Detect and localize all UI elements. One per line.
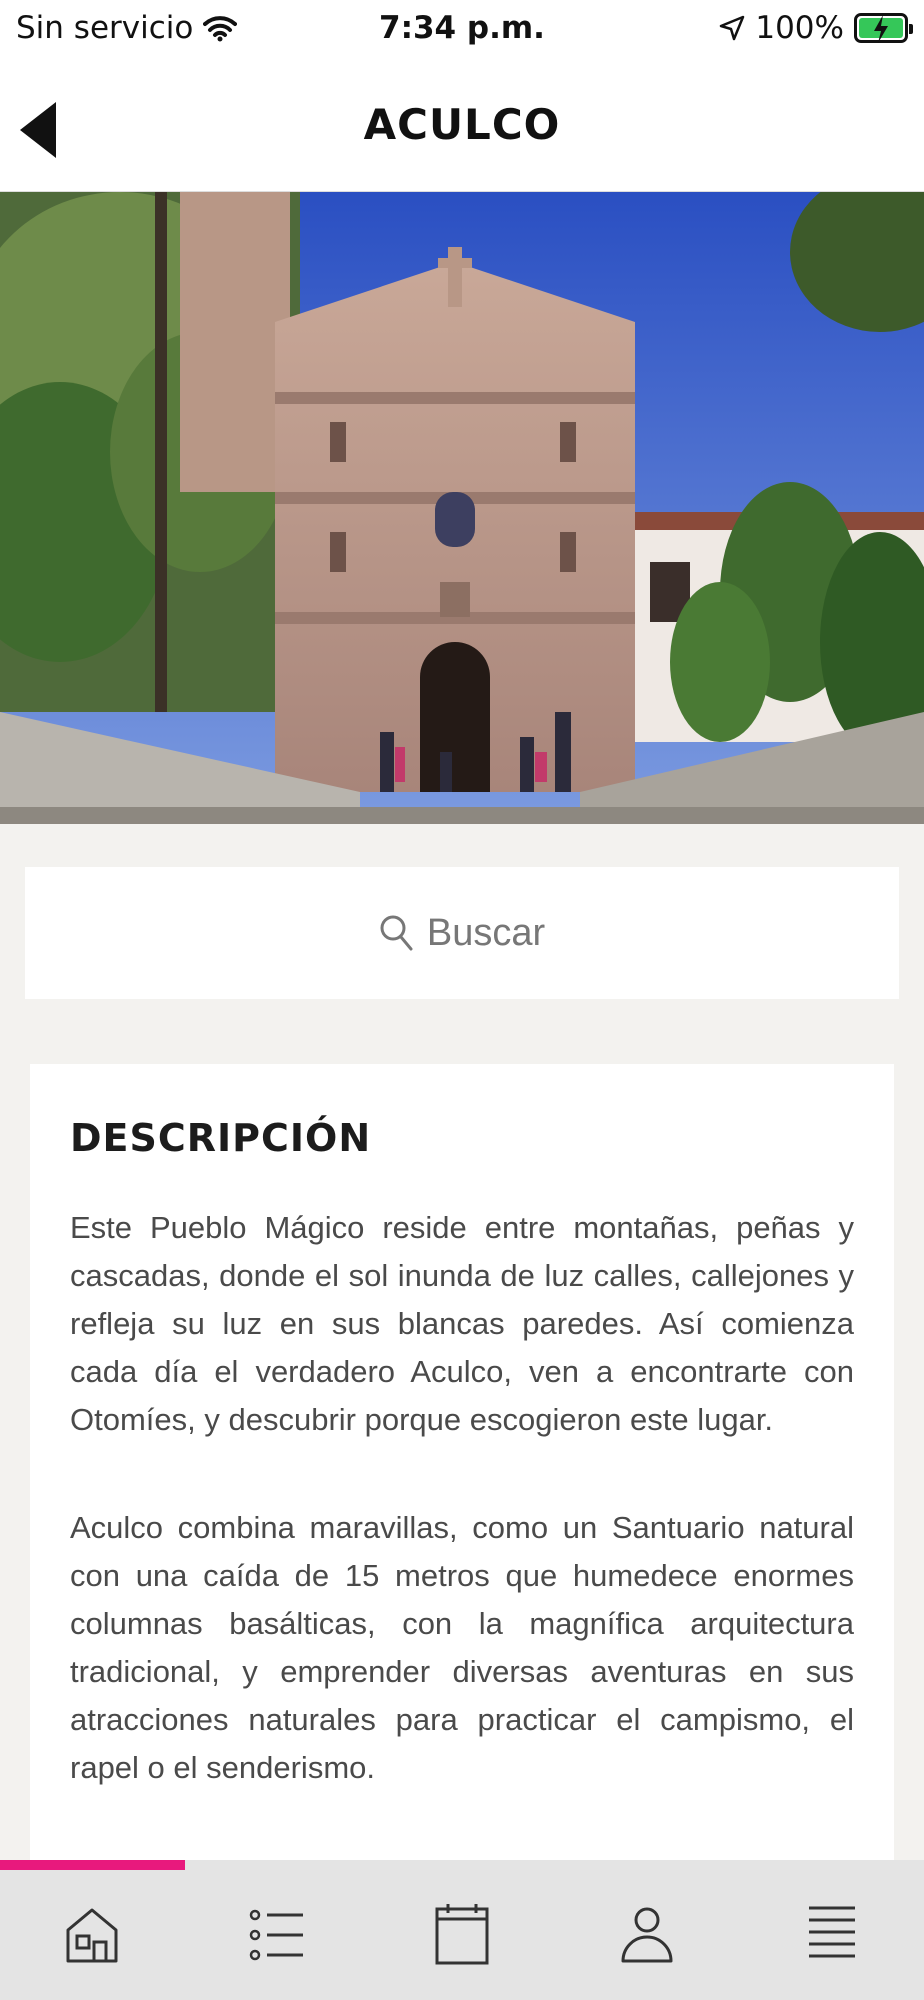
search-icon xyxy=(380,915,413,951)
description-card: DESCRIPCIÓN Este Pueblo Mágico reside en… xyxy=(30,1064,894,1894)
tab-home[interactable] xyxy=(0,1870,184,2000)
menu-icon xyxy=(809,1906,855,1958)
description-paragraph: Este Pueblo Mágico reside entre montañas… xyxy=(70,1210,854,1437)
tab-list[interactable] xyxy=(185,1870,369,2000)
description-paragraph: Aculco combina maravillas, como un Santu… xyxy=(70,1510,854,1785)
church-photo xyxy=(0,192,924,824)
tab-menu[interactable] xyxy=(740,1870,924,2000)
bottom-tab-bar xyxy=(0,1860,924,2000)
page-title: ACULCO xyxy=(363,100,561,149)
tab-profile[interactable] xyxy=(555,1870,739,2000)
app-header: ACULCO xyxy=(0,62,924,192)
description-title: DESCRIPCIÓN xyxy=(70,1116,372,1160)
search-input[interactable]: Buscar xyxy=(25,867,899,999)
battery-percent: 100% xyxy=(755,10,844,46)
home-icon xyxy=(66,1908,118,1963)
search-placeholder: Buscar xyxy=(426,911,546,954)
status-right: 100% xyxy=(719,10,913,46)
location-arrow-icon xyxy=(720,15,745,41)
profile-icon xyxy=(621,1907,673,1963)
list-icon xyxy=(249,1909,303,1961)
status-bar: Sin servicio 7:34 p.m. 100% xyxy=(0,0,924,62)
tab-calendar[interactable] xyxy=(370,1870,554,2000)
battery-icon xyxy=(854,13,913,43)
hero-image xyxy=(0,192,924,824)
calendar-icon xyxy=(435,1904,489,1965)
active-tab-indicator xyxy=(0,1860,185,1870)
